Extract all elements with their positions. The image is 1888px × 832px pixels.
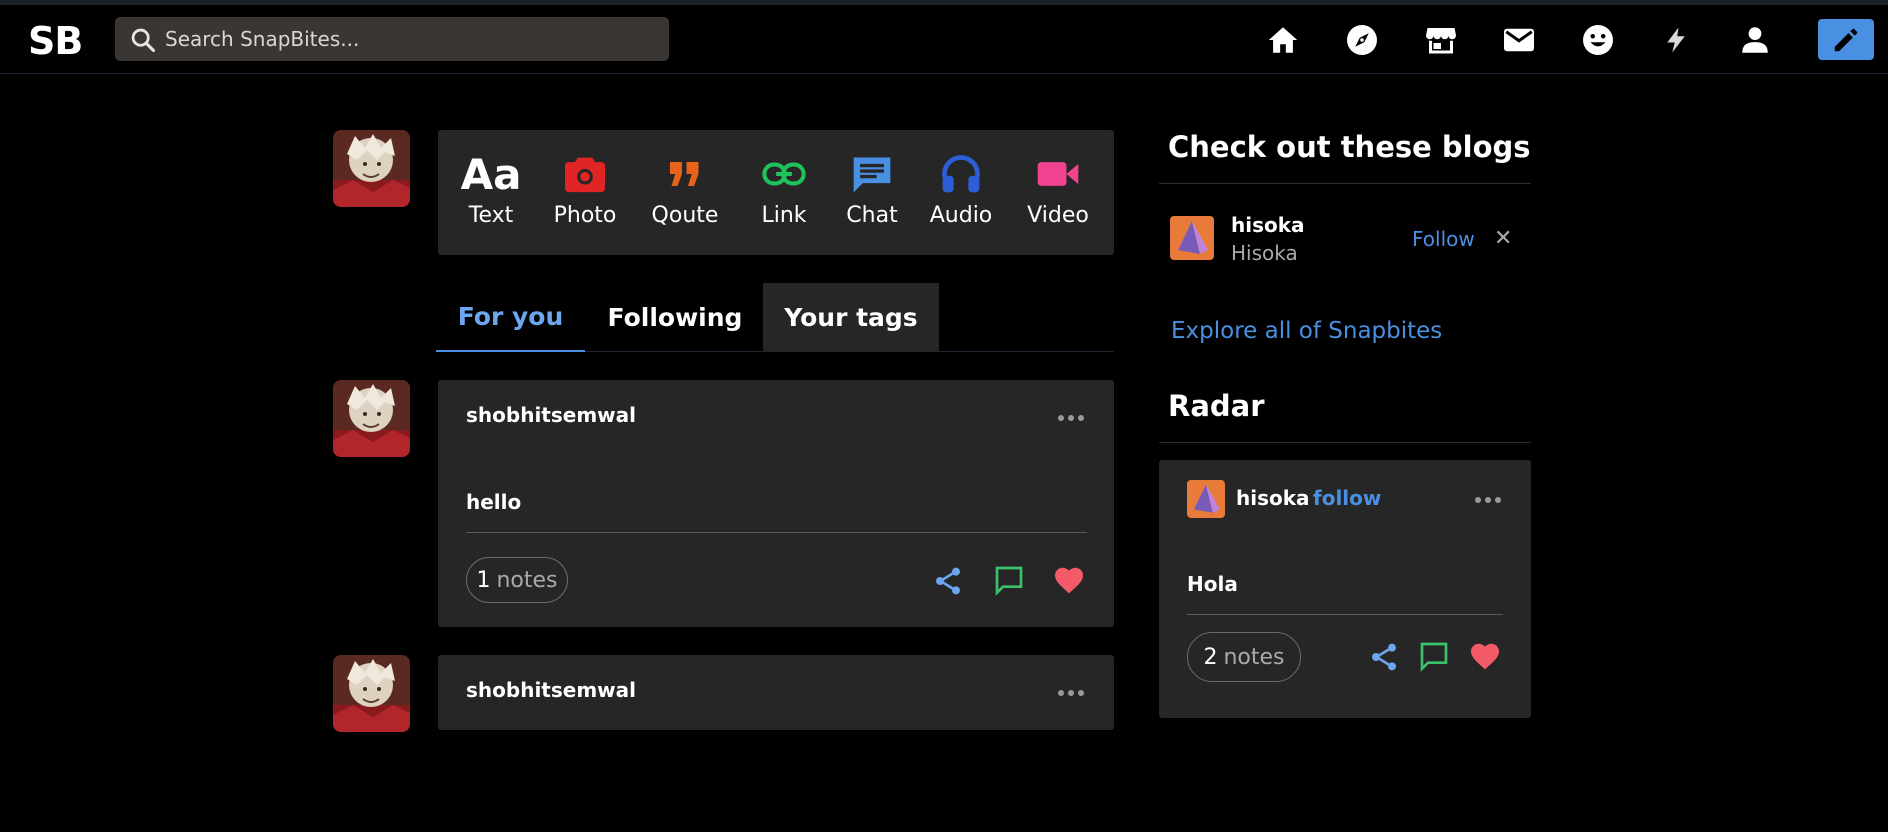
tab-following[interactable]: Following — [585, 283, 765, 352]
reply-icon[interactable] — [991, 562, 1027, 598]
section-divider — [1159, 442, 1531, 443]
explore-link[interactable]: Explore all of Snapbites — [1171, 318, 1442, 344]
more-options-icon[interactable] — [1475, 497, 1501, 503]
radar-post-card: hisoka follow Hola 2 notes — [1159, 460, 1531, 718]
post-type-text[interactable]: Aa Text — [460, 149, 522, 229]
search-bar[interactable] — [115, 17, 669, 61]
post-divider — [466, 532, 1087, 533]
create-post-button[interactable] — [1818, 19, 1874, 60]
follow-button[interactable]: Follow — [1412, 227, 1475, 251]
tab-your-tags[interactable]: Your tags — [763, 283, 939, 352]
post-type-audio[interactable]: Audio — [928, 150, 994, 228]
header: SB — [0, 5, 1888, 74]
notes-label: notes — [1223, 644, 1285, 670]
radar-post-body: Hola — [1187, 572, 1238, 596]
link-icon — [762, 150, 806, 198]
tab-for-you[interactable]: For you — [436, 283, 585, 352]
camera-icon — [563, 150, 607, 198]
feed-tabs: For you Following Your tags — [436, 283, 1114, 352]
quote-icon — [667, 150, 703, 198]
post-type-label: Photo — [553, 203, 617, 228]
post-author-avatar[interactable] — [333, 655, 410, 732]
text-icon: Aa — [460, 149, 522, 199]
search-input[interactable] — [165, 17, 655, 61]
video-icon — [1036, 150, 1080, 198]
post-card: shobhitsemwal hello 1 notes — [438, 380, 1114, 627]
emoji-icon[interactable] — [1578, 20, 1618, 60]
post-composer: Aa Text Photo Qoute Link Chat Audio Vide… — [438, 130, 1114, 255]
post-type-label: Audio — [929, 203, 993, 228]
post-type-quote[interactable]: Qoute — [649, 150, 721, 228]
notes-count: 1 — [476, 567, 491, 593]
post-type-photo[interactable]: Photo — [550, 150, 620, 228]
blogs-section-title: Check out these blogs — [1168, 130, 1531, 164]
account-icon[interactable] — [1735, 20, 1775, 60]
share-icon[interactable] — [930, 563, 966, 599]
post-author[interactable]: shobhitsemwal — [466, 678, 636, 702]
blog-avatar[interactable] — [1170, 216, 1214, 260]
notes-label: notes — [496, 567, 558, 593]
share-icon[interactable] — [1366, 639, 1402, 675]
post-body: hello — [466, 490, 522, 514]
post-type-label: Video — [1027, 203, 1089, 228]
post-card: shobhitsemwal — [438, 655, 1114, 730]
radar-blog-name[interactable]: hisoka — [1236, 486, 1310, 510]
store-icon[interactable] — [1421, 20, 1461, 60]
mail-icon[interactable] — [1499, 20, 1539, 60]
post-type-video[interactable]: Video — [1025, 150, 1091, 228]
radar-section-title: Radar — [1168, 389, 1265, 423]
search-icon — [131, 28, 156, 53]
headphones-icon — [939, 150, 983, 198]
notes-count-button[interactable]: 1 notes — [466, 557, 568, 603]
section-divider — [1159, 183, 1531, 184]
blog-avatar[interactable] — [1187, 480, 1225, 518]
pencil-icon — [1834, 28, 1858, 51]
notes-count: 2 — [1203, 644, 1218, 670]
explore-compass-icon[interactable] — [1342, 20, 1382, 60]
notes-count-button[interactable]: 2 notes — [1187, 632, 1301, 682]
radar-follow-button[interactable]: follow — [1313, 486, 1381, 510]
post-author-avatar[interactable] — [333, 380, 410, 457]
more-options-icon[interactable] — [1058, 415, 1084, 421]
home-icon[interactable] — [1263, 20, 1303, 60]
dismiss-close-icon[interactable]: ✕ — [1494, 226, 1512, 251]
more-options-icon[interactable] — [1058, 690, 1084, 696]
post-type-label: Qoute — [651, 203, 719, 228]
like-heart-icon[interactable] — [1051, 562, 1087, 598]
post-type-link[interactable]: Link — [756, 150, 812, 228]
logo[interactable]: SB — [28, 19, 83, 63]
blog-name[interactable]: hisoka — [1231, 213, 1305, 237]
activity-bolt-icon[interactable] — [1656, 20, 1696, 60]
blog-subtitle: Hisoka — [1231, 241, 1298, 265]
post-type-label: Chat — [846, 203, 898, 228]
post-type-label: Link — [761, 203, 807, 228]
post-type-label: Text — [468, 203, 514, 228]
chat-icon — [850, 150, 894, 198]
reply-icon[interactable] — [1416, 638, 1452, 674]
post-type-chat[interactable]: Chat — [842, 150, 902, 228]
like-heart-icon[interactable] — [1467, 638, 1503, 674]
post-author[interactable]: shobhitsemwal — [466, 403, 636, 427]
post-divider — [1187, 614, 1503, 615]
user-avatar[interactable] — [333, 130, 410, 207]
